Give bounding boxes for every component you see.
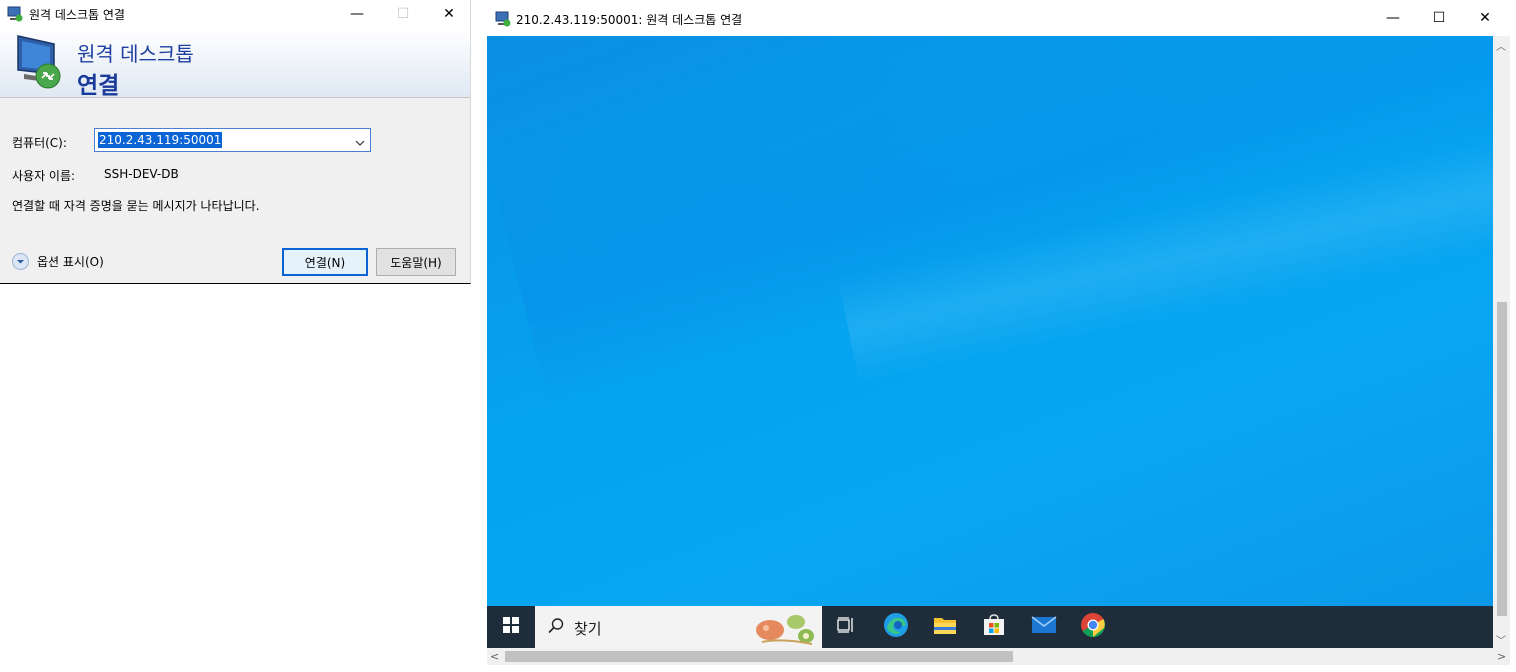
taskbar-search-box[interactable]: 찾기 [535, 606, 822, 648]
scroll-up-arrow-icon[interactable]: ︿ [1496, 38, 1506, 53]
expand-arrow-icon[interactable] [12, 253, 29, 270]
taskbar-app-mail[interactable] [1020, 606, 1068, 648]
vertical-scroll-thumb[interactable] [1497, 302, 1507, 616]
windows-logo-icon [503, 617, 519, 637]
minimize-icon: — [350, 6, 364, 22]
scroll-down-arrow-icon[interactable]: ﹀ [1496, 632, 1506, 647]
minimize-button[interactable]: — [1370, 0, 1416, 36]
computer-label: 컴퓨터(C): [12, 136, 67, 150]
rdp-session-window: 210.2.43.119:50001: 원격 데스크톱 연결 — ☐ ✕ 찾기 … [487, 0, 1516, 672]
credential-note: 연결할 때 자격 증명을 묻는 메시지가 나타납니다. [12, 199, 260, 213]
banner-subtitle: 연결 [77, 73, 120, 99]
mail-icon [1031, 615, 1057, 639]
remote-desktop-large-icon [14, 34, 66, 94]
horizontal-scrollbar[interactable]: < > [487, 648, 1510, 665]
username-label: 사용자 이름: [12, 169, 76, 183]
chevron-down-icon[interactable] [354, 134, 366, 153]
maximize-button: ☐ [380, 0, 426, 28]
close-icon: ✕ [443, 6, 455, 22]
search-highlight-doodle [752, 608, 818, 650]
close-icon: ✕ [1479, 10, 1491, 26]
show-options-toggle[interactable]: 옵션 표시(O) [12, 253, 104, 270]
close-button[interactable]: ✕ [426, 0, 472, 28]
search-icon [547, 617, 565, 639]
remote-desktop-icon [495, 11, 511, 31]
connect-button[interactable]: 연결(N) [282, 248, 368, 276]
edge-icon [883, 612, 909, 642]
taskbar-app-edge[interactable] [872, 606, 920, 648]
session-title: 210.2.43.119:50001: 원격 데스크톱 연결 [516, 13, 743, 27]
taskbar: 찾기 [487, 606, 1493, 648]
scroll-right-arrow-icon[interactable]: > [1497, 650, 1506, 663]
help-button[interactable]: 도움말(H) [376, 248, 456, 276]
username-value: SSH-DEV-DB [104, 167, 179, 181]
horizontal-scroll-thumb[interactable] [505, 651, 1013, 662]
computer-value[interactable]: 210.2.43.119:50001 [98, 132, 223, 148]
computer-combobox[interactable]: 210.2.43.119:50001 [94, 128, 371, 152]
maximize-button[interactable]: ☐ [1416, 0, 1462, 36]
banner-title: 원격 데스크톱 [77, 42, 194, 66]
vertical-scrollbar[interactable]: ︿ ﹀ [1493, 36, 1510, 648]
taskbar-app-chrome[interactable] [1069, 606, 1117, 648]
session-titlebar[interactable]: 210.2.43.119:50001: 원격 데스크톱 연결 — ☐ ✕ [487, 0, 1516, 36]
dialog-titlebar[interactable]: 원격 데스크톱 연결 — ☐ ✕ [0, 0, 470, 28]
start-button[interactable] [487, 606, 535, 648]
file-explorer-icon [933, 615, 957, 639]
chrome-icon [1080, 612, 1106, 642]
search-placeholder: 찾기 [574, 620, 602, 638]
close-button[interactable]: ✕ [1462, 0, 1508, 36]
minimize-icon: — [1386, 10, 1400, 26]
task-view-icon [837, 617, 855, 637]
task-view-button[interactable] [822, 606, 870, 648]
taskbar-app-explorer[interactable] [921, 606, 969, 648]
dialog-banner: 원격 데스크톱 연결 [0, 28, 470, 99]
remote-desktop-wallpaper[interactable] [487, 36, 1493, 606]
minimize-button[interactable]: — [334, 0, 380, 28]
maximize-icon: ☐ [396, 6, 410, 22]
scroll-left-arrow-icon[interactable]: < [490, 650, 499, 663]
store-icon [982, 613, 1006, 641]
dialog-title: 원격 데스크톱 연결 [29, 8, 125, 22]
taskbar-app-store[interactable] [970, 606, 1018, 648]
remote-desktop-icon [7, 6, 23, 26]
show-options-label[interactable]: 옵션 표시(O) [37, 253, 104, 270]
rdp-connect-dialog: 원격 데스크톱 연결 — ☐ ✕ 원격 데스크톱 연결 컴퓨터(C): 210.… [0, 0, 471, 284]
maximize-icon: ☐ [1432, 10, 1446, 26]
